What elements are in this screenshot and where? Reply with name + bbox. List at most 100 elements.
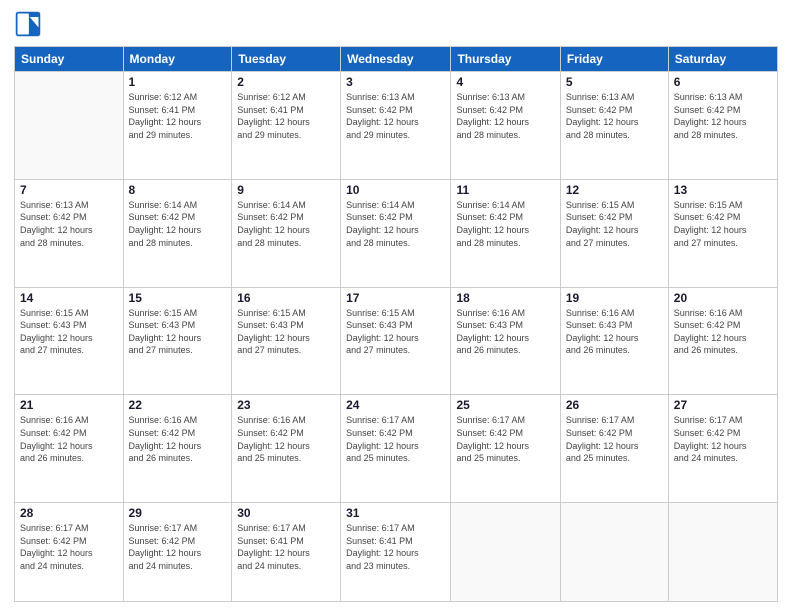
week-row-3: 14 Sunrise: 6:15 AM Sunset: 6:43 PM Dayli… bbox=[15, 287, 778, 395]
calendar-cell: 4 Sunrise: 6:13 AM Sunset: 6:42 PM Daylig… bbox=[451, 72, 560, 180]
day-number: 18 bbox=[456, 291, 554, 305]
day-number: 28 bbox=[20, 506, 118, 520]
day-number: 19 bbox=[566, 291, 663, 305]
weekday-thursday: Thursday bbox=[451, 47, 560, 72]
calendar-cell: 3 Sunrise: 6:13 AM Sunset: 6:42 PM Daylig… bbox=[341, 72, 451, 180]
calendar-cell bbox=[668, 503, 777, 602]
logo bbox=[14, 10, 46, 38]
day-info: Sunrise: 6:16 AM Sunset: 6:43 PM Dayligh… bbox=[566, 307, 663, 357]
day-info: Sunrise: 6:16 AM Sunset: 6:42 PM Dayligh… bbox=[237, 414, 335, 464]
calendar-cell: 29 Sunrise: 6:17 AM Sunset: 6:42 PM Dayli… bbox=[123, 503, 232, 602]
day-number: 16 bbox=[237, 291, 335, 305]
day-info: Sunrise: 6:17 AM Sunset: 6:41 PM Dayligh… bbox=[237, 522, 335, 572]
calendar-cell: 19 Sunrise: 6:16 AM Sunset: 6:43 PM Dayli… bbox=[560, 287, 668, 395]
weekday-header-row: SundayMondayTuesdayWednesdayThursdayFrid… bbox=[15, 47, 778, 72]
day-info: Sunrise: 6:14 AM Sunset: 6:42 PM Dayligh… bbox=[237, 199, 335, 249]
calendar-cell: 17 Sunrise: 6:15 AM Sunset: 6:43 PM Dayli… bbox=[341, 287, 451, 395]
day-number: 10 bbox=[346, 183, 445, 197]
calendar-cell: 16 Sunrise: 6:15 AM Sunset: 6:43 PM Dayli… bbox=[232, 287, 341, 395]
calendar-cell: 26 Sunrise: 6:17 AM Sunset: 6:42 PM Dayli… bbox=[560, 395, 668, 503]
day-number: 2 bbox=[237, 75, 335, 89]
day-info: Sunrise: 6:16 AM Sunset: 6:42 PM Dayligh… bbox=[674, 307, 772, 357]
logo-icon bbox=[14, 10, 42, 38]
calendar-cell: 28 Sunrise: 6:17 AM Sunset: 6:42 PM Dayli… bbox=[15, 503, 124, 602]
day-number: 11 bbox=[456, 183, 554, 197]
day-info: Sunrise: 6:13 AM Sunset: 6:42 PM Dayligh… bbox=[20, 199, 118, 249]
weekday-friday: Friday bbox=[560, 47, 668, 72]
day-info: Sunrise: 6:16 AM Sunset: 6:42 PM Dayligh… bbox=[129, 414, 227, 464]
calendar-cell: 1 Sunrise: 6:12 AM Sunset: 6:41 PM Daylig… bbox=[123, 72, 232, 180]
calendar-cell bbox=[560, 503, 668, 602]
day-info: Sunrise: 6:17 AM Sunset: 6:42 PM Dayligh… bbox=[346, 414, 445, 464]
day-info: Sunrise: 6:13 AM Sunset: 6:42 PM Dayligh… bbox=[456, 91, 554, 141]
week-row-2: 7 Sunrise: 6:13 AM Sunset: 6:42 PM Daylig… bbox=[15, 179, 778, 287]
calendar-cell: 30 Sunrise: 6:17 AM Sunset: 6:41 PM Dayli… bbox=[232, 503, 341, 602]
day-info: Sunrise: 6:17 AM Sunset: 6:42 PM Dayligh… bbox=[456, 414, 554, 464]
day-number: 6 bbox=[674, 75, 772, 89]
calendar-cell: 11 Sunrise: 6:14 AM Sunset: 6:42 PM Dayli… bbox=[451, 179, 560, 287]
day-number: 13 bbox=[674, 183, 772, 197]
calendar-cell: 21 Sunrise: 6:16 AM Sunset: 6:42 PM Dayli… bbox=[15, 395, 124, 503]
day-number: 5 bbox=[566, 75, 663, 89]
day-number: 21 bbox=[20, 398, 118, 412]
day-info: Sunrise: 6:12 AM Sunset: 6:41 PM Dayligh… bbox=[129, 91, 227, 141]
day-info: Sunrise: 6:17 AM Sunset: 6:42 PM Dayligh… bbox=[566, 414, 663, 464]
day-info: Sunrise: 6:16 AM Sunset: 6:42 PM Dayligh… bbox=[20, 414, 118, 464]
day-info: Sunrise: 6:13 AM Sunset: 6:42 PM Dayligh… bbox=[674, 91, 772, 141]
calendar-cell: 14Sunrise: 6:15 AM Sunset: 6:43 PM Dayli… bbox=[15, 287, 124, 395]
day-info: Sunrise: 6:13 AM Sunset: 6:42 PM Dayligh… bbox=[566, 91, 663, 141]
calendar-cell: 13 Sunrise: 6:15 AM Sunset: 6:42 PM Dayli… bbox=[668, 179, 777, 287]
day-number: 20 bbox=[674, 291, 772, 305]
day-number: 1 bbox=[129, 75, 227, 89]
calendar-cell: 10 Sunrise: 6:14 AM Sunset: 6:42 PM Dayli… bbox=[341, 179, 451, 287]
day-number: 30 bbox=[237, 506, 335, 520]
day-info: Sunrise: 6:17 AM Sunset: 6:42 PM Dayligh… bbox=[20, 522, 118, 572]
calendar-cell: 15Sunrise: 6:15 AM Sunset: 6:43 PM Dayli… bbox=[123, 287, 232, 395]
calendar-cell: 12Sunrise: 6:15 AM Sunset: 6:42 PM Dayli… bbox=[560, 179, 668, 287]
day-number: 25 bbox=[456, 398, 554, 412]
day-info: Sunrise: 6:16 AM Sunset: 6:43 PM Dayligh… bbox=[456, 307, 554, 357]
calendar-cell: 18 Sunrise: 6:16 AM Sunset: 6:43 PM Dayli… bbox=[451, 287, 560, 395]
header bbox=[14, 10, 778, 38]
calendar-cell: 24Sunrise: 6:17 AM Sunset: 6:42 PM Dayli… bbox=[341, 395, 451, 503]
week-row-4: 21 Sunrise: 6:16 AM Sunset: 6:42 PM Dayli… bbox=[15, 395, 778, 503]
day-number: 27 bbox=[674, 398, 772, 412]
calendar: SundayMondayTuesdayWednesdayThursdayFrid… bbox=[14, 46, 778, 602]
day-info: Sunrise: 6:13 AM Sunset: 6:42 PM Dayligh… bbox=[346, 91, 445, 141]
calendar-cell: 20 Sunrise: 6:16 AM Sunset: 6:42 PM Dayli… bbox=[668, 287, 777, 395]
calendar-cell bbox=[451, 503, 560, 602]
calendar-cell: 22Sunrise: 6:16 AM Sunset: 6:42 PM Dayli… bbox=[123, 395, 232, 503]
day-number: 4 bbox=[456, 75, 554, 89]
day-number: 9 bbox=[237, 183, 335, 197]
calendar-cell: 5 Sunrise: 6:13 AM Sunset: 6:42 PM Daylig… bbox=[560, 72, 668, 180]
day-info: Sunrise: 6:17 AM Sunset: 6:42 PM Dayligh… bbox=[674, 414, 772, 464]
day-info: Sunrise: 6:17 AM Sunset: 6:42 PM Dayligh… bbox=[129, 522, 227, 572]
day-number: 17 bbox=[346, 291, 445, 305]
calendar-cell: 8Sunrise: 6:14 AM Sunset: 6:42 PM Daylig… bbox=[123, 179, 232, 287]
weekday-monday: Monday bbox=[123, 47, 232, 72]
day-number: 26 bbox=[566, 398, 663, 412]
calendar-cell: 6 Sunrise: 6:13 AM Sunset: 6:42 PM Daylig… bbox=[668, 72, 777, 180]
day-number: 29 bbox=[129, 506, 227, 520]
calendar-cell: 31Sunrise: 6:17 AM Sunset: 6:41 PM Dayli… bbox=[341, 503, 451, 602]
day-info: Sunrise: 6:12 AM Sunset: 6:41 PM Dayligh… bbox=[237, 91, 335, 141]
weekday-saturday: Saturday bbox=[668, 47, 777, 72]
day-number: 7 bbox=[20, 183, 118, 197]
calendar-cell: 25 Sunrise: 6:17 AM Sunset: 6:42 PM Dayli… bbox=[451, 395, 560, 503]
calendar-cell: 23 Sunrise: 6:16 AM Sunset: 6:42 PM Dayli… bbox=[232, 395, 341, 503]
day-number: 3 bbox=[346, 75, 445, 89]
weekday-sunday: Sunday bbox=[15, 47, 124, 72]
day-number: 14 bbox=[20, 291, 118, 305]
calendar-cell bbox=[15, 72, 124, 180]
calendar-cell: 7 Sunrise: 6:13 AM Sunset: 6:42 PM Daylig… bbox=[15, 179, 124, 287]
weekday-tuesday: Tuesday bbox=[232, 47, 341, 72]
day-info: Sunrise: 6:15 AM Sunset: 6:43 PM Dayligh… bbox=[237, 307, 335, 357]
day-info: Sunrise: 6:14 AM Sunset: 6:42 PM Dayligh… bbox=[456, 199, 554, 249]
day-info: Sunrise: 6:15 AM Sunset: 6:42 PM Dayligh… bbox=[566, 199, 663, 249]
day-number: 23 bbox=[237, 398, 335, 412]
day-info: Sunrise: 6:15 AM Sunset: 6:43 PM Dayligh… bbox=[346, 307, 445, 357]
day-info: Sunrise: 6:14 AM Sunset: 6:42 PM Dayligh… bbox=[346, 199, 445, 249]
week-row-5: 28 Sunrise: 6:17 AM Sunset: 6:42 PM Dayli… bbox=[15, 503, 778, 602]
day-info: Sunrise: 6:15 AM Sunset: 6:42 PM Dayligh… bbox=[674, 199, 772, 249]
day-info: Sunrise: 6:15 AM Sunset: 6:43 PM Dayligh… bbox=[129, 307, 227, 357]
